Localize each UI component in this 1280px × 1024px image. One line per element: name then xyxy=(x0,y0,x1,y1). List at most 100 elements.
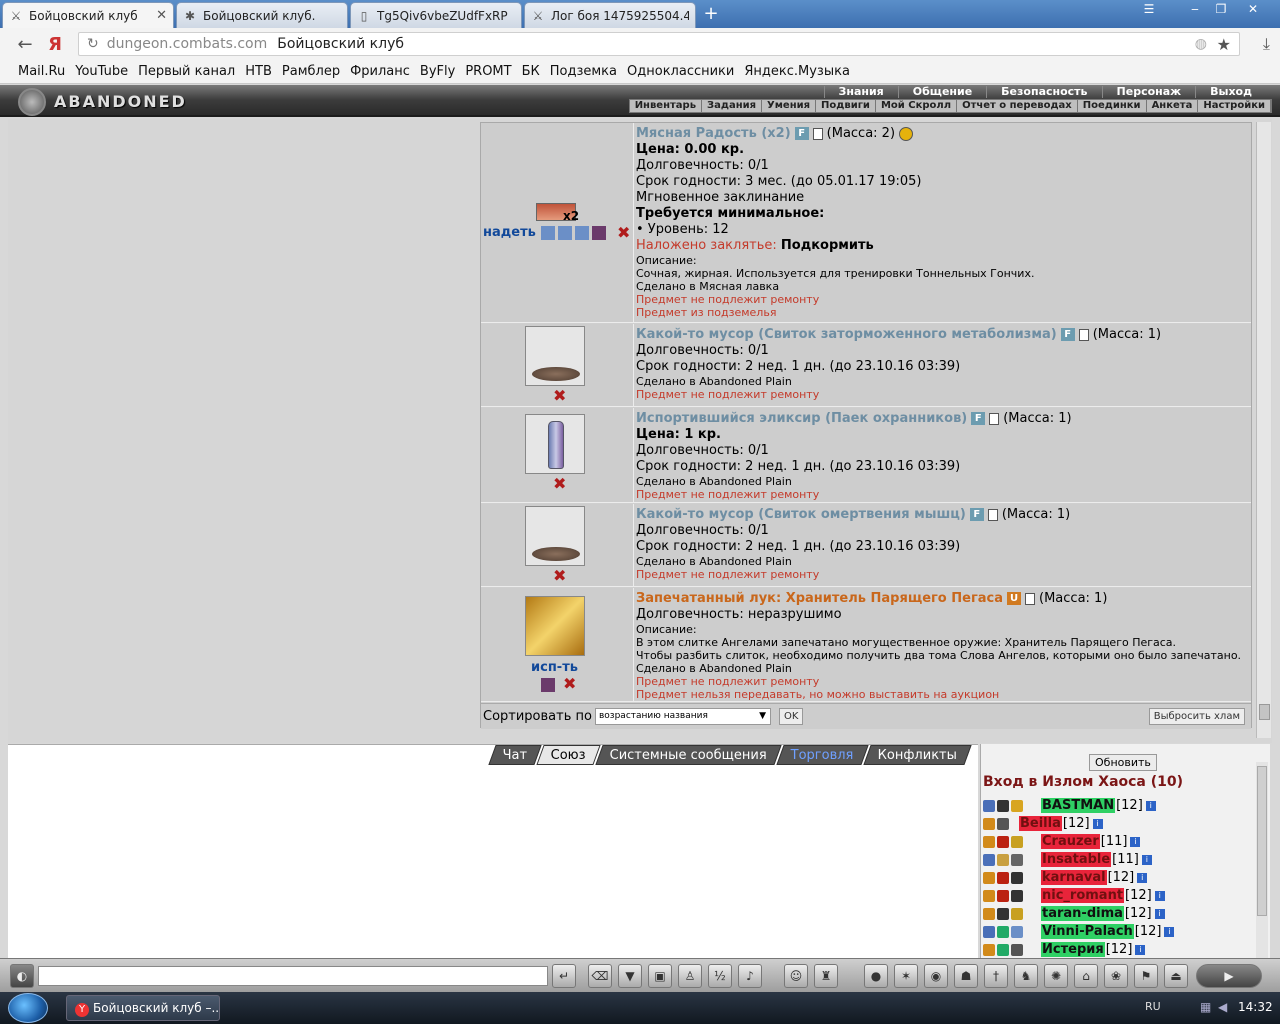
window-close-icon[interactable]: ✕ xyxy=(1240,0,1266,18)
eraser-icon[interactable]: ⌫ xyxy=(588,964,612,988)
item-name[interactable]: Какой-то мусор (Свиток заторможенного ме… xyxy=(636,327,1057,342)
close-icon[interactable]: ✕ xyxy=(156,8,167,23)
subnav-inventory[interactable]: Инвентарь xyxy=(630,100,703,112)
map-icon[interactable]: ✶ xyxy=(894,964,918,988)
download-icon[interactable]: ⤓ xyxy=(1263,34,1270,54)
language-indicator[interactable]: RU xyxy=(1145,1000,1161,1013)
knight-icon[interactable]: ♞ xyxy=(1014,964,1038,988)
nav-communication[interactable]: Общение xyxy=(897,86,986,98)
list-item[interactable]: Crauzer [11] i xyxy=(983,833,1141,850)
bear-icon[interactable]: ☗ xyxy=(954,964,978,988)
list-item[interactable]: Истерия [12] i xyxy=(983,941,1146,958)
info-icon[interactable]: i xyxy=(1154,908,1165,919)
info-icon[interactable]: i xyxy=(1164,926,1175,937)
back-arrow-icon[interactable]: ← xyxy=(10,34,40,55)
exit-icon[interactable]: ⏏ xyxy=(1164,964,1188,988)
bookmark[interactable]: Mail.Ru xyxy=(18,64,65,79)
info-icon[interactable]: i xyxy=(1145,800,1156,811)
subnav-battles[interactable]: Поединки xyxy=(1078,100,1147,112)
tab-conflicts[interactable]: Конфликты xyxy=(863,745,972,765)
doc-icon[interactable] xyxy=(812,127,823,140)
subnav-transfer-report[interactable]: Отчет о переводах xyxy=(957,100,1078,112)
speaker-icon[interactable]: ◐ xyxy=(10,964,34,988)
enter-icon[interactable]: ↵ xyxy=(552,964,576,988)
item-name[interactable]: Мясная Радость (x2) xyxy=(636,126,791,141)
bookmark[interactable]: Фриланс xyxy=(350,64,410,79)
paw-icon[interactable]: ❀ xyxy=(1104,964,1128,988)
info-icon[interactable]: i xyxy=(1141,854,1152,865)
list-item[interactable]: BASTMAN [12] i xyxy=(983,797,1156,814)
sort-ok-button[interactable]: OK xyxy=(779,708,804,725)
doc-icon[interactable] xyxy=(1078,328,1089,341)
shirt-icon[interactable] xyxy=(541,678,555,692)
network-icon[interactable]: ▦ xyxy=(1200,1000,1211,1014)
bookmark[interactable]: PROMT xyxy=(465,64,511,79)
tab-fight-club-2[interactable]: ✱ Бойцовский клуб. xyxy=(176,2,348,28)
bookmark[interactable]: НТВ xyxy=(245,64,272,79)
subnav-my-scroll[interactable]: Мой Скролл xyxy=(876,100,958,112)
bookmark[interactable]: Первый канал xyxy=(138,64,235,79)
minimize-icon[interactable]: ‒ xyxy=(1182,0,1208,18)
smile-icon[interactable]: ☺ xyxy=(784,964,808,988)
bookmark[interactable]: Яндекс.Музыка xyxy=(744,64,850,79)
info-icon[interactable]: i xyxy=(1130,836,1141,847)
swap-icon[interactable] xyxy=(558,225,572,240)
subnav-feats[interactable]: Подвиги xyxy=(816,100,876,112)
bag-icon[interactable]: ● xyxy=(864,964,888,988)
pouch-icon[interactable]: ◉ xyxy=(924,964,948,988)
fraction-icon[interactable]: ½ xyxy=(708,964,732,988)
delete-icon[interactable]: ✖ xyxy=(553,386,566,405)
filter-icon[interactable]: ▼ xyxy=(618,964,642,988)
subnav-skills[interactable]: Умения xyxy=(762,100,817,112)
reload-icon[interactable]: ↻ xyxy=(87,36,99,52)
tab-system-messages[interactable]: Системные сообщения xyxy=(595,745,782,765)
delete-icon[interactable]: ✖ xyxy=(553,566,566,585)
list-item[interactable]: Vinni-Palach [12] i xyxy=(983,923,1175,940)
info-icon[interactable]: i xyxy=(1092,818,1103,829)
subnav-quests[interactable]: Задания xyxy=(702,100,763,112)
save-icon[interactable]: ▣ xyxy=(648,964,672,988)
tab-fight-club[interactable]: ⚔ Бойцовский клуб ✕ xyxy=(2,2,174,28)
tab-battle-log[interactable]: ⚔ Лог боя 1475925504.4 xyxy=(524,2,696,28)
item-name[interactable]: Испортившийся эликсир (Паек охранников) xyxy=(636,411,967,426)
play-icon[interactable]: ▶ xyxy=(1196,964,1262,988)
sound-icon[interactable]: ♪ xyxy=(738,964,762,988)
nav-security[interactable]: Безопасность xyxy=(986,86,1101,98)
bookmark[interactable]: Подземка xyxy=(550,64,617,79)
subnav-settings[interactable]: Настройки xyxy=(1198,100,1271,112)
subnav-profile[interactable]: Анкета xyxy=(1147,100,1199,112)
info-icon[interactable]: i xyxy=(1135,944,1146,955)
flag-icon[interactable]: ⚑ xyxy=(1134,964,1158,988)
list-item[interactable]: Insatable [11] i xyxy=(983,851,1152,868)
discard-junk-button[interactable]: Выбросить хлам xyxy=(1148,708,1245,725)
shuffle-icon[interactable] xyxy=(541,225,555,240)
tab-union[interactable]: Союз xyxy=(536,745,601,765)
item-name[interactable]: Запечатанный лук: Хранитель Парящего Пег… xyxy=(636,591,1003,606)
volume-icon[interactable]: ◀ xyxy=(1218,1000,1227,1014)
list-item[interactable]: Beilla [12] i xyxy=(983,815,1103,832)
star-icon[interactable]: ★ xyxy=(1217,35,1231,54)
list-item[interactable]: karnaval [12] i xyxy=(983,869,1148,886)
nav-exit[interactable]: Выход xyxy=(1195,86,1266,98)
delete-icon[interactable]: ✖ xyxy=(617,223,630,242)
sort-select[interactable]: возрастанию названия ▼ xyxy=(595,708,771,725)
users-scrollbar[interactable] xyxy=(1256,762,1268,958)
shirt-icon[interactable] xyxy=(592,225,606,240)
chat-input[interactable] xyxy=(38,966,548,986)
menu-icon[interactable]: ☰ xyxy=(1136,0,1162,18)
doc-icon[interactable] xyxy=(989,412,1000,425)
main-scrollbar[interactable] xyxy=(1256,122,1271,738)
tab-trade[interactable]: Торговля xyxy=(776,745,869,765)
refresh-button[interactable]: Обновить xyxy=(1089,754,1157,771)
equip-link[interactable]: надеть xyxy=(483,225,536,240)
nav-character[interactable]: Персонаж xyxy=(1101,86,1196,98)
bookmark[interactable]: Одноклассники xyxy=(627,64,734,79)
new-tab-button[interactable]: + xyxy=(700,4,722,24)
restore-icon[interactable]: ❐ xyxy=(1208,0,1234,18)
sword-icon[interactable]: † xyxy=(984,964,1008,988)
virus-icon[interactable]: ✺ xyxy=(1044,964,1068,988)
info-icon[interactable]: i xyxy=(1154,890,1165,901)
house-icon[interactable]: ⌂ xyxy=(1074,964,1098,988)
yandex-icon[interactable]: Я xyxy=(40,34,70,55)
use-link[interactable]: исп-ть xyxy=(531,660,578,675)
